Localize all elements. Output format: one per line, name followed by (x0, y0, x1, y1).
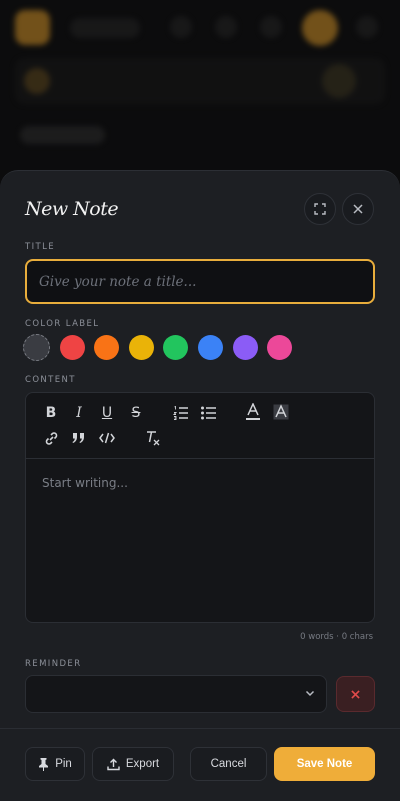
text-color-icon[interactable] (244, 403, 262, 421)
highlight-icon[interactable] (272, 403, 290, 421)
word-char-counter: 0 words · 0 chars (300, 632, 373, 642)
footer-divider (0, 728, 400, 729)
new-note-sheet: New Note TITLE COLOR LABEL CONTENT (0, 170, 400, 801)
editor-toolbar: B I U S (26, 393, 374, 459)
app-screen: New Note TITLE COLOR LABEL CONTENT (0, 0, 400, 801)
close-icon (353, 204, 363, 214)
reminder-label: REMINDER (25, 659, 82, 669)
swatch-purple[interactable] (233, 335, 258, 360)
content-label: CONTENT (25, 375, 76, 385)
pin-label: Pin (55, 758, 72, 770)
swatch-none[interactable] (23, 334, 50, 361)
swatch-red[interactable] (60, 335, 85, 360)
swatch-pink[interactable] (267, 335, 292, 360)
quote-icon[interactable] (70, 429, 88, 447)
clear-reminder-button[interactable] (336, 676, 375, 712)
export-label: Export (125, 758, 160, 770)
save-note-button[interactable]: Save Note (274, 747, 375, 781)
close-icon (351, 689, 360, 699)
clear-format-icon[interactable] (144, 429, 162, 447)
pin-button[interactable]: Pin (25, 747, 85, 781)
strikethrough-icon[interactable]: S (127, 404, 145, 422)
link-icon[interactable] (42, 429, 60, 447)
close-button[interactable] (342, 193, 374, 225)
expand-button[interactable] (304, 193, 336, 225)
title-input[interactable] (25, 259, 375, 304)
pin-icon (39, 757, 49, 771)
cancel-button[interactable]: Cancel (190, 747, 267, 781)
upload-icon (107, 758, 120, 770)
expand-icon (314, 203, 326, 215)
bold-icon[interactable]: B (42, 404, 60, 422)
italic-icon[interactable]: I (70, 404, 88, 422)
swatch-green[interactable] (163, 335, 188, 360)
swatch-orange[interactable] (94, 335, 119, 360)
title-label: TITLE (25, 242, 55, 252)
underline-icon[interactable]: U (98, 404, 116, 422)
content-placeholder: Start writing... (42, 476, 128, 490)
swatch-yellow[interactable] (129, 335, 154, 360)
ordered-list-icon[interactable] (172, 404, 190, 422)
color-label-heading: COLOR LABEL (25, 319, 100, 329)
export-button[interactable]: Export (92, 747, 174, 781)
swatch-blue[interactable] (198, 335, 223, 360)
sheet-title: New Note (25, 198, 119, 220)
content-editor[interactable]: B I U S Start writing... (25, 392, 375, 623)
bullet-list-icon[interactable] (200, 404, 218, 422)
reminder-select[interactable] (25, 675, 327, 713)
chevron-down-icon (305, 690, 315, 697)
code-icon[interactable] (98, 429, 116, 447)
